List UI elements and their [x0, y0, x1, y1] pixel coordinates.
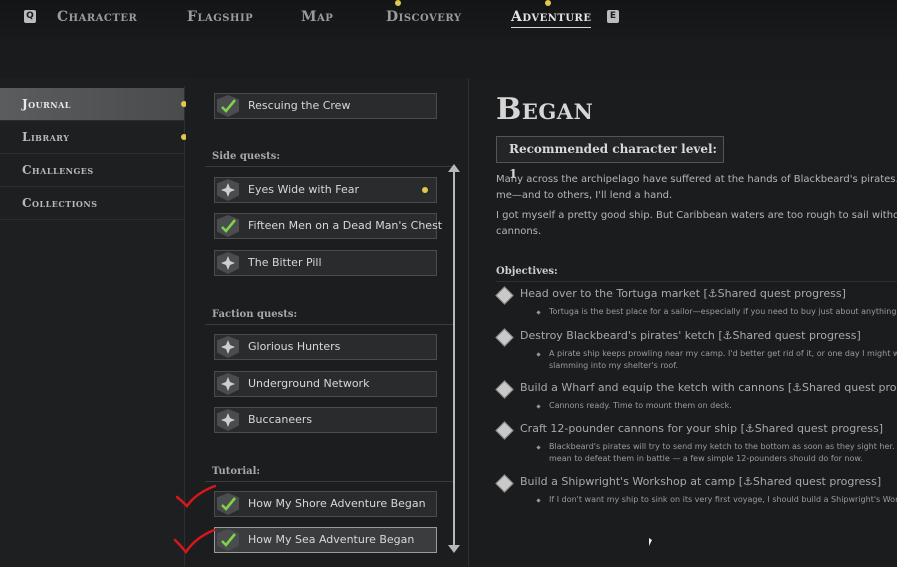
recommended-level-box: Recommended character level: 1: [496, 136, 724, 181]
tab-adventure[interactable]: Adventure: [511, 9, 592, 28]
quest-description-line: I got myself a pretty good ship. But Car…: [496, 210, 897, 221]
quest-label: Fifteen Men on a Dead Man's Chest: [248, 219, 443, 232]
quest-list-scrollbar[interactable]: [453, 168, 455, 551]
quest-complete-icon: [217, 95, 239, 117]
quest-open-icon: [217, 179, 239, 201]
quest-description-line: Many across the archipelago have suffere…: [496, 174, 897, 185]
quest-description-line: me—and to others, I'll lend a hand.: [496, 190, 673, 201]
mouse-cursor-icon: [649, 538, 652, 546]
section-divider: [205, 481, 455, 482]
quest-glorious-hunters[interactable]: Glorious Hunters: [214, 334, 437, 360]
section-side-quests: Side quests:: [212, 151, 281, 162]
quest-complete-icon: [217, 493, 239, 515]
quest-label: Eyes Wide with Fear: [248, 183, 359, 196]
objectives-divider: [496, 281, 897, 282]
sidebar-item-challenges[interactable]: Challenges: [0, 154, 184, 187]
top-nav: Q Character Flagship Map Discovery Adven…: [0, 0, 897, 41]
quest-open-icon: [217, 336, 239, 358]
tab-character[interactable]: Character: [57, 9, 137, 25]
annotation-check-icon: [173, 528, 216, 555]
section-tutorial: Tutorial:: [212, 466, 261, 477]
objective-note: mean to defeat them in battle — a few si…: [549, 454, 863, 463]
sidebar-item-library[interactable]: Library: [0, 121, 184, 154]
tab-map[interactable]: Map: [301, 9, 333, 25]
section-divider: [205, 166, 455, 167]
quest-the-bitter-pill[interactable]: The Bitter Pill: [214, 250, 437, 276]
tab-flagship[interactable]: Flagship: [187, 9, 253, 25]
section-divider: [205, 324, 455, 325]
quest-label: The Bitter Pill: [248, 256, 322, 269]
quest-sea-adventure[interactable]: How My Sea Adventure Began: [214, 527, 437, 553]
discovery-notification-dot: [395, 0, 401, 6]
quest-buccaneers[interactable]: Buccaneers: [214, 407, 437, 433]
quest-fifteen-men[interactable]: Fifteen Men on a Dead Man's Chest: [214, 213, 442, 239]
objective-note: Cannons ready. Time to mount them on dec…: [549, 401, 732, 410]
objective-text: Build a Wharf and equip the ketch with c…: [520, 381, 897, 394]
quest-open-icon: [217, 373, 239, 395]
quest-complete-icon: [217, 215, 239, 237]
quest-label: How My Sea Adventure Began: [248, 533, 415, 546]
quest-label: How My Shore Adventure Began: [248, 497, 426, 510]
quest-description-line: cannons.: [496, 226, 542, 237]
objective-note: Tortuga is the best place for a sailor—e…: [549, 307, 897, 316]
quest-underground-network[interactable]: Underground Network: [214, 371, 437, 397]
annotation-check-icon: [175, 484, 217, 508]
objective-note: slamming into my shelter's roof.: [549, 361, 679, 370]
sidebar-item-journal[interactable]: Journal: [0, 88, 184, 121]
objective-note: Blackbeard's pirates will try to send my…: [549, 442, 897, 451]
quest-label: Underground Network: [248, 377, 370, 390]
objectives-heading: Objectives:: [496, 266, 558, 277]
objective-text: Head over to the Tortuga market [⚓Shared…: [520, 287, 846, 300]
quest-open-icon: [217, 252, 239, 274]
quest-title: Began: [496, 92, 594, 127]
quest-open-icon: [217, 409, 239, 431]
quest-complete-icon: [217, 529, 239, 551]
objective-text: Destroy Blackbeard's pirates' ketch [⚓Sh…: [520, 329, 861, 342]
new-quest-dot: [422, 187, 428, 193]
objective-note: If I don't want my ship to sink on its v…: [549, 495, 897, 504]
objective-note: A pirate ship keeps prowling near my cam…: [549, 349, 897, 358]
header-strip: [0, 40, 897, 78]
objective-text: Build a Shipwright's Workshop at camp [⚓…: [520, 475, 882, 488]
key-q-hint[interactable]: Q: [24, 10, 36, 23]
adventure-notification-dot: [545, 0, 551, 6]
quest-label: Glorious Hunters: [248, 340, 341, 353]
sidebar-item-collections[interactable]: Collections: [0, 187, 184, 220]
objective-text: Craft 12-pounder cannons for your ship […: [520, 422, 883, 435]
quest-rescuing-the-crew[interactable]: Rescuing the Crew: [214, 93, 437, 119]
quest-shore-adventure[interactable]: How My Shore Adventure Began: [214, 491, 437, 517]
quest-eyes-wide-with-fear[interactable]: Eyes Wide with Fear: [214, 177, 437, 203]
scroll-down-arrow-icon[interactable]: [448, 545, 460, 553]
tab-discovery[interactable]: Discovery: [386, 9, 462, 25]
quest-label: Buccaneers: [248, 413, 313, 426]
key-e-hint[interactable]: E: [607, 10, 619, 23]
section-faction-quests: Faction quests:: [212, 309, 298, 320]
quest-label: Rescuing the Crew: [248, 99, 351, 112]
